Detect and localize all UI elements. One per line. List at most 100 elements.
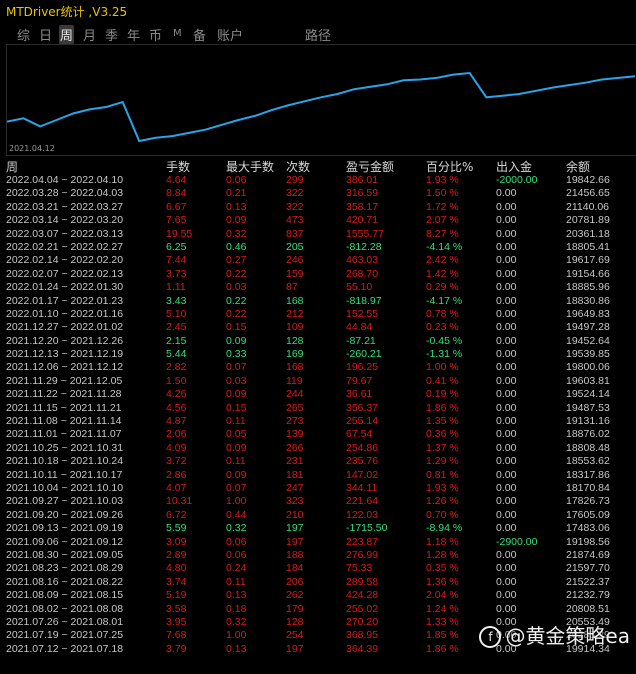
tab-path[interactable]: 路径 (304, 25, 332, 44)
table-row[interactable]: 2021.11.29 ~ 2021.12.05 1.50 0.03 119 79.67 0… (0, 375, 636, 388)
table-row[interactable]: 2021.12.06 ~ 2021.12.12 2.82 0.07 168 196.25… (0, 361, 636, 374)
tab-day[interactable]: 日 (38, 25, 53, 44)
cell-week: 2022.02.07 ~ 2022.02.13 (6, 267, 124, 280)
cell-pnl: 152.55 (346, 307, 379, 320)
cell-lots: 2.86 (166, 468, 187, 481)
cell-count: 246 (286, 254, 304, 267)
cell-balance: 18876.02 (566, 428, 610, 441)
watermark: f @黄金策略ea (479, 620, 630, 649)
tab-year[interactable]: 年 (126, 25, 141, 44)
table-row[interactable]: 2022.03.28 ~ 2022.04.03 8.84 0.21 322 316.59… (0, 187, 636, 200)
cell-io: 0.00 (496, 508, 517, 521)
tab-summary[interactable]: 综 (16, 25, 31, 44)
cell-week: 2021.11.29 ~ 2021.12.05 (6, 374, 123, 387)
table-row[interactable]: 2022.02.14 ~ 2022.02.20 7.44 0.27 246 463.03… (0, 254, 636, 267)
cell-week: 2021.08.23 ~ 2021.08.29 (6, 562, 124, 575)
cell-week: 2021.08.02 ~ 2021.08.08 (6, 602, 124, 615)
table-row[interactable]: 2022.02.21 ~ 2022.02.27 6.25 0.46 205 -812.2… (0, 241, 636, 254)
cell-count: 262 (286, 589, 304, 602)
table-row[interactable]: 2021.08.16 ~ 2021.08.22 3.74 0.11 206 289.58… (0, 576, 636, 589)
header-max-lots[interactable]: 最大手数 (226, 158, 274, 175)
table-row[interactable]: 2021.11.22 ~ 2021.11.28 4.26 0.09 244 36.61 0… (0, 388, 636, 401)
cell-pnl: 289.58 (346, 575, 379, 588)
cell-week: 2021.09.20 ~ 2021.09.26 (6, 508, 124, 521)
table-row[interactable]: 2021.09.20 ~ 2021.09.26 6.72 0.44 210 122.03… (0, 509, 636, 522)
table-row[interactable]: 2021.09.06 ~ 2021.09.12 3.09 0.06 197 223.87… (0, 536, 636, 549)
cell-balance: 19649.83 (566, 307, 610, 320)
tab-week[interactable]: 周 (59, 25, 75, 44)
table-row[interactable]: 2022.03.07 ~ 2022.03.13 19.55 0.32 837 1555.… (0, 228, 636, 241)
table-row[interactable]: 2021.10.18 ~ 2021.10.24 3.72 0.11 231 235.76… (0, 455, 636, 468)
cell-week: 2022.01.10 ~ 2022.01.16 (6, 307, 124, 320)
cell-io: 0.00 (496, 374, 517, 387)
table-row[interactable]: 2021.09.27 ~ 2021.10.03 10.31 1.00 323 221.6… (0, 495, 636, 508)
cell-count: 265 (286, 401, 304, 414)
cell-week: 2021.11.08 ~ 2021.11.14 (6, 415, 122, 428)
cell-pnl: 147.02 (346, 468, 379, 481)
tab-currency[interactable]: 币 (148, 25, 163, 44)
cell-pct: 1.85 % (426, 629, 459, 642)
table-row[interactable]: 2021.10.25 ~ 2021.10.31 4.09 0.09 266 254.86… (0, 442, 636, 455)
cell-max-lots: 0.46 (226, 240, 247, 253)
table-row[interactable]: 2021.12.20 ~ 2021.12.26 2.15 0.09 128 -87.21… (0, 335, 636, 348)
table-row[interactable]: 2022.01.24 ~ 2022.01.30 1.11 0.03 87 55.10 0.… (0, 281, 636, 294)
equity-line (7, 71, 636, 143)
header-pnl[interactable]: 盈亏金额 (346, 158, 394, 175)
cell-balance: 19131.16 (566, 415, 610, 428)
tab-month[interactable]: 月 (82, 25, 97, 44)
table-row[interactable]: 2022.01.10 ~ 2022.01.16 5.10 0.22 212 152.55… (0, 308, 636, 321)
cell-io: -2900.00 (496, 535, 538, 548)
cell-pct: 1.28 % (426, 548, 459, 561)
cell-max-lots: 0.22 (226, 267, 247, 280)
cell-io: 0.00 (496, 481, 517, 494)
table-row[interactable]: 2022.04.04 ~ 2022.04.10 4.64 0.06 299 386.01… (0, 174, 636, 187)
table-row[interactable]: 2021.08.30 ~ 2021.09.05 2.89 0.06 188 276.99… (0, 549, 636, 562)
cell-max-lots: 0.07 (226, 481, 247, 494)
cell-max-lots: 0.32 (226, 522, 247, 535)
header-balance[interactable]: 余额 (566, 158, 590, 175)
table-row[interactable]: 2022.03.14 ~ 2022.03.20 7.65 0.09 473 420.71… (0, 214, 636, 227)
tab-account[interactable]: 账户 (216, 25, 244, 44)
cell-week: 2021.07.12 ~ 2021.07.18 (6, 642, 124, 655)
cell-pct: 1.93 % (426, 174, 459, 186)
table-row[interactable]: 2021.09.13 ~ 2021.09.19 5.59 0.32 197 -1715.… (0, 522, 636, 535)
cell-pnl: 463.03 (346, 254, 379, 267)
table-row[interactable]: 2021.12.13 ~ 2021.12.19 5.44 0.33 169 -260.2… (0, 348, 636, 361)
cell-io: 0.00 (496, 307, 517, 320)
table-row[interactable]: 2021.11.15 ~ 2021.11.21 4.56 0.15 265 356.37… (0, 402, 636, 415)
header-io[interactable]: 出入金 (496, 158, 532, 175)
cell-week: 2022.04.04 ~ 2022.04.10 (6, 174, 124, 186)
table-row[interactable]: 2022.02.07 ~ 2022.02.13 3.73 0.22 159 268.70… (0, 268, 636, 281)
table-row[interactable]: 2021.08.09 ~ 2021.08.15 5.19 0.13 262 424.28… (0, 589, 636, 602)
table-row[interactable]: 2021.11.08 ~ 2021.11.14 4.87 0.11 273 255.14… (0, 415, 636, 428)
tab-quarter[interactable]: 季 (104, 25, 119, 44)
cell-max-lots: 0.32 (226, 615, 247, 628)
cell-pnl: -818.97 (346, 294, 382, 307)
header-week[interactable]: 周 (6, 158, 18, 175)
header-pct[interactable]: 百分比% (426, 158, 473, 175)
tab-notes[interactable]: 备 (192, 25, 207, 44)
table-row[interactable]: 2021.10.11 ~ 2021.10.17 2.86 0.09 181 147.02… (0, 469, 636, 482)
cell-max-lots: 0.22 (226, 294, 247, 307)
table-row[interactable]: 2022.01.17 ~ 2022.01.23 3.43 0.22 168 -818.9… (0, 295, 636, 308)
table-row[interactable]: 2022.03.21 ~ 2022.03.27 6.67 0.13 322 358.17… (0, 201, 636, 214)
cell-lots: 5.44 (166, 348, 187, 361)
table-row[interactable]: 2021.12.27 ~ 2022.01.02 2.45 0.15 109 44.84 0… (0, 321, 636, 334)
table-row[interactable]: 2021.11.01 ~ 2021.11.07 2.06 0.05 139 67.54 0… (0, 428, 636, 441)
cell-balance: 21140.06 (566, 200, 610, 213)
table-row[interactable]: 2021.08.02 ~ 2021.08.08 3.58 0.18 179 255.02… (0, 603, 636, 616)
cell-balance: 17483.06 (566, 522, 610, 535)
cell-count: 205 (286, 240, 304, 253)
header-count[interactable]: 次数 (286, 158, 310, 175)
header-lots[interactable]: 手数 (166, 158, 190, 175)
cell-io: 0.00 (496, 428, 517, 441)
cell-balance: 19487.53 (566, 401, 610, 414)
cell-week: 2021.09.06 ~ 2021.09.12 (6, 535, 124, 548)
cell-pnl: 75.33 (346, 562, 373, 575)
cell-lots: 3.79 (166, 642, 187, 655)
cell-pnl: 424.28 (346, 589, 379, 602)
tab-m[interactable]: M (172, 28, 183, 39)
table-row[interactable]: 2021.08.23 ~ 2021.08.29 4.80 0.24 184 75.33 0… (0, 562, 636, 575)
cell-max-lots: 0.09 (226, 441, 247, 454)
table-row[interactable]: 2021.10.04 ~ 2021.10.10 4.07 0.07 247 344.11… (0, 482, 636, 495)
